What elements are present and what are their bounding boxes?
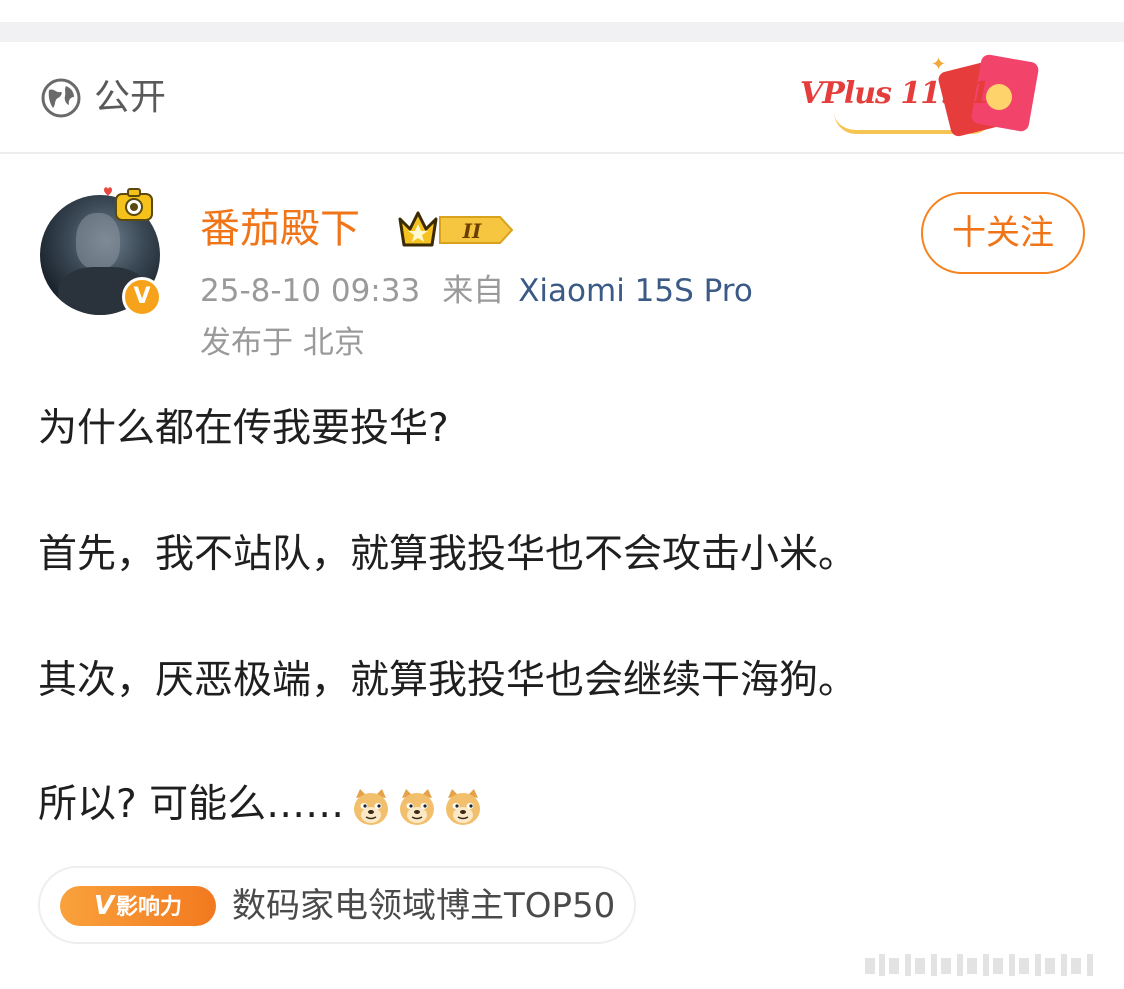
influence-badge: V影响力 <box>60 886 216 926</box>
visibility-label: 公开 <box>94 77 167 118</box>
post-text-line: 为什么都在传我要投华? <box>38 406 449 451</box>
author-name[interactable]: 番茄殿下 <box>200 204 360 254</box>
post-meta: 25-8-10 09:33 来自 Xiaomi 15S Pro <box>200 270 753 312</box>
influence-badge-label: 影响力 <box>116 895 183 920</box>
globe-icon <box>41 78 81 118</box>
follow-button[interactable]: 十关注 <box>921 192 1085 274</box>
influence-text: 数码家电领域博主TOP50 <box>232 886 616 926</box>
doge-emoji-icon <box>354 788 389 825</box>
influence-chip[interactable]: V影响力 数码家电领域博主TOP50 <box>38 866 636 944</box>
sparkle-icon: ✦ <box>931 54 947 75</box>
post-text-line-last: 所以? 可能么…… <box>38 780 488 830</box>
vplus-promo-text: VPlus 11.11 <box>800 76 990 111</box>
influence-badge-v: V <box>93 891 115 921</box>
doge-emoji-icon <box>446 788 481 825</box>
vplus-promo-banner[interactable]: ✦ VPlus 11.11 <box>794 53 1044 138</box>
top-divider <box>0 0 1124 42</box>
coin-icon <box>986 84 1012 110</box>
post-time: 25-8-10 09:33 <box>200 273 421 309</box>
vip-crown-badge: II <box>398 211 514 247</box>
emoji-group <box>350 786 488 828</box>
doge-emoji-icon <box>400 788 435 825</box>
device-link[interactable]: Xiaomi 15S Pro <box>518 273 753 309</box>
verified-badge: V <box>122 277 162 317</box>
source-prefix: 来自 <box>442 273 505 309</box>
post-text-line: 所以? 可能么…… <box>38 782 345 827</box>
vip-level-text: II <box>462 219 482 243</box>
post-text-line: 首先，我不站队，就算我投华也不会攻击小米。 <box>38 532 858 577</box>
watermark-pattern <box>865 954 1093 976</box>
camera-decoration-icon <box>104 187 153 221</box>
post-location: 发布于 北京 <box>200 325 365 361</box>
post-text-line: 其次，厌恶极端，就算我投华也会继续干海狗。 <box>38 658 858 703</box>
